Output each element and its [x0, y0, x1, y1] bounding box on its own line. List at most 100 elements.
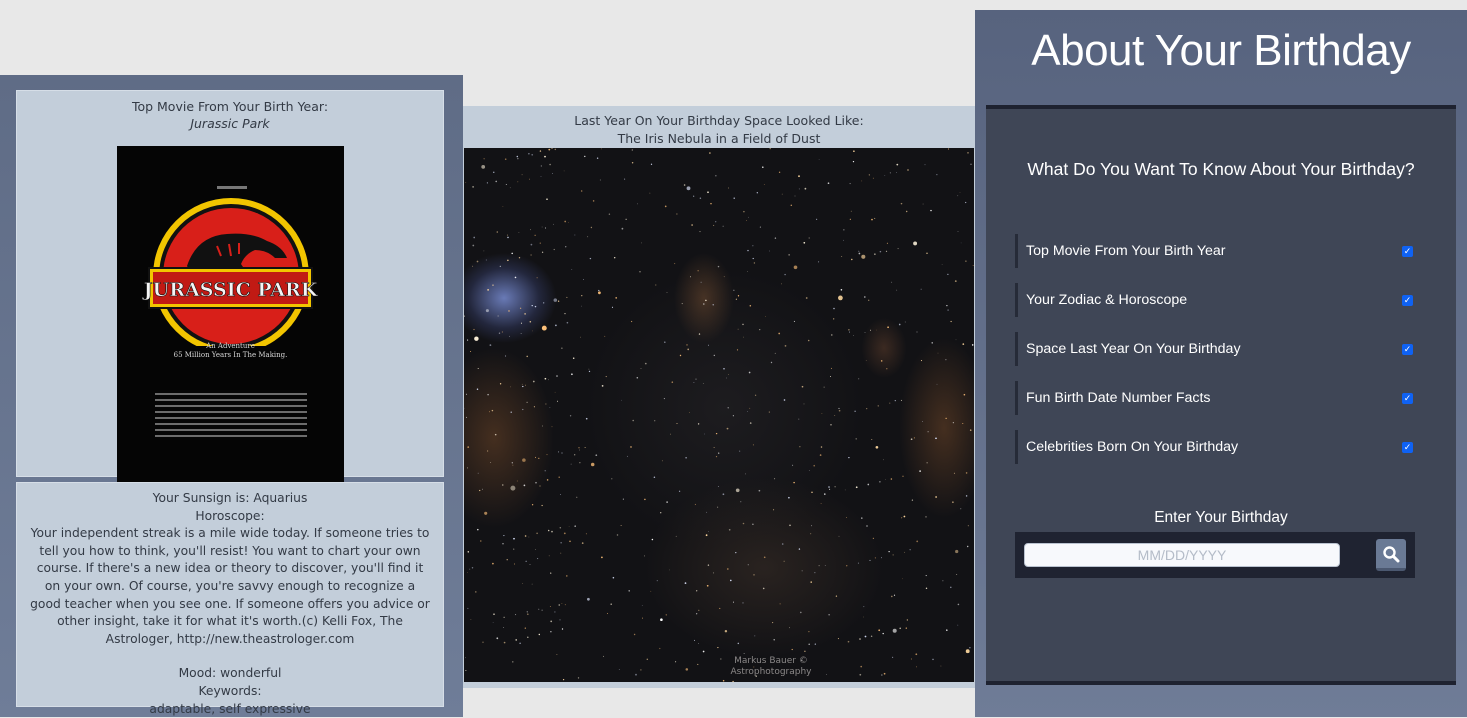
star	[928, 431, 929, 432]
star	[631, 321, 632, 322]
star	[921, 360, 922, 361]
star	[654, 476, 656, 478]
star	[530, 321, 532, 323]
star	[921, 289, 922, 290]
checkbox-celebrities[interactable]: ✓	[1402, 442, 1413, 453]
option-zodiac-horoscope[interactable]: Your Zodiac & Horoscope ✓	[1015, 283, 1417, 317]
star	[774, 478, 775, 479]
star	[808, 644, 810, 646]
star	[732, 681, 733, 682]
star	[841, 289, 843, 291]
star	[486, 309, 489, 312]
star	[532, 305, 533, 306]
star	[784, 561, 785, 562]
option-celebrities[interactable]: Celebrities Born On Your Birthday ✓	[1015, 430, 1417, 464]
checkbox-top-movie[interactable]: ✓	[1402, 246, 1413, 257]
star	[800, 612, 802, 614]
star	[602, 385, 604, 387]
search-button[interactable]	[1376, 539, 1406, 571]
star	[736, 488, 740, 492]
star	[745, 474, 746, 475]
star	[514, 563, 515, 564]
star	[564, 533, 566, 535]
star	[709, 152, 711, 154]
star	[848, 329, 850, 331]
star	[762, 166, 764, 168]
star	[898, 248, 899, 249]
movie-poster: JURASSIC PARK An Adventure 65 Million Ye…	[117, 146, 344, 487]
star	[624, 179, 625, 180]
star	[866, 525, 867, 526]
star	[716, 456, 717, 457]
star	[472, 567, 473, 568]
star	[962, 423, 963, 424]
star	[550, 621, 552, 623]
star	[500, 266, 501, 267]
star	[558, 476, 559, 477]
star	[589, 371, 590, 372]
star	[530, 229, 531, 230]
birthday-date-input[interactable]	[1024, 543, 1340, 567]
star	[759, 490, 761, 492]
star	[598, 291, 601, 294]
option-label: Top Movie From Your Birth Year	[1026, 243, 1402, 259]
star	[957, 195, 958, 196]
star	[858, 379, 859, 380]
checkbox-zodiac-horoscope[interactable]: ✓	[1402, 295, 1413, 306]
star	[956, 574, 957, 575]
star	[960, 508, 961, 509]
star	[506, 184, 507, 185]
star	[703, 651, 705, 653]
star	[467, 340, 468, 341]
star	[622, 228, 624, 230]
star	[958, 231, 959, 232]
star	[782, 543, 784, 545]
star	[894, 595, 895, 596]
star	[901, 400, 902, 401]
star	[581, 306, 582, 307]
star	[519, 257, 520, 258]
star	[733, 602, 734, 603]
star	[760, 227, 761, 228]
checkbox-number-facts[interactable]: ✓	[1402, 393, 1413, 404]
star	[965, 202, 966, 203]
star	[695, 504, 696, 505]
star	[788, 497, 790, 499]
star	[803, 242, 805, 244]
star	[821, 413, 822, 414]
star	[753, 258, 754, 259]
star	[718, 452, 719, 453]
star	[966, 649, 970, 653]
star	[603, 656, 604, 657]
star	[505, 158, 507, 160]
star	[522, 583, 523, 584]
star	[510, 387, 511, 388]
star	[531, 244, 533, 246]
checkbox-space[interactable]: ✓	[1402, 344, 1413, 355]
star	[725, 630, 727, 632]
star	[532, 584, 533, 585]
star	[675, 661, 676, 662]
star	[778, 333, 780, 335]
star	[839, 536, 840, 537]
star	[753, 574, 754, 575]
star	[562, 628, 563, 629]
option-space[interactable]: Space Last Year On Your Birthday ✓	[1015, 332, 1417, 366]
star	[849, 332, 850, 333]
page-title: About Your Birthday	[975, 26, 1467, 76]
star	[626, 219, 627, 220]
option-number-facts[interactable]: Fun Birth Date Number Facts ✓	[1015, 381, 1417, 415]
star	[754, 262, 755, 263]
star	[561, 542, 562, 543]
option-top-movie[interactable]: Top Movie From Your Birth Year ✓	[1015, 234, 1417, 268]
star	[743, 602, 744, 603]
star	[535, 457, 536, 458]
star	[813, 465, 815, 467]
star	[685, 457, 687, 459]
star	[891, 282, 892, 283]
star	[677, 423, 678, 424]
star	[473, 329, 474, 330]
star	[866, 408, 867, 409]
star	[916, 666, 917, 667]
star	[655, 284, 656, 285]
